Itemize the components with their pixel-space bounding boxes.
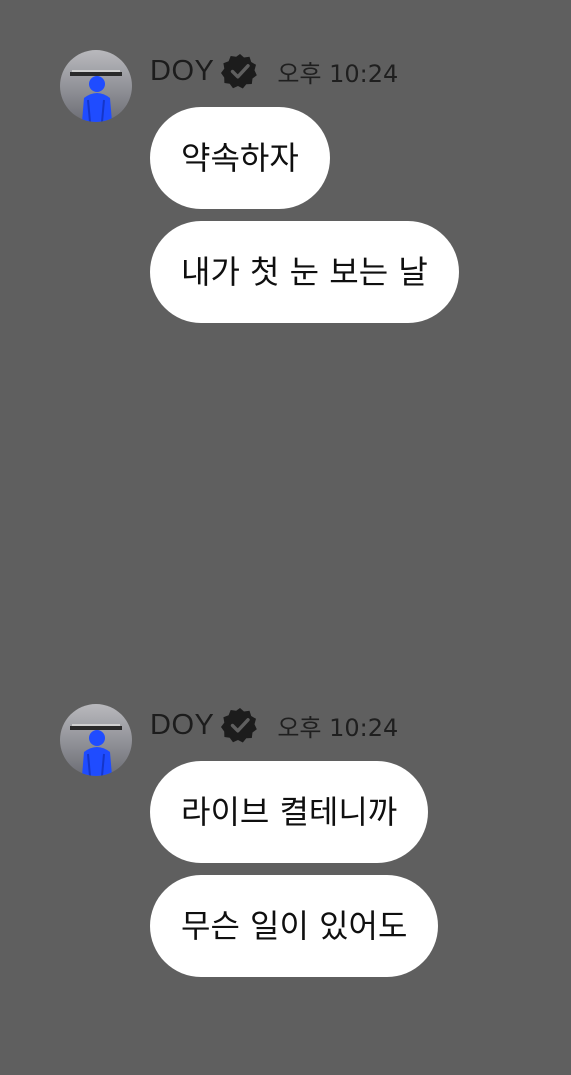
sender-name[interactable]: DOY	[150, 55, 214, 88]
timestamp: 오후 10:24	[277, 713, 399, 742]
message-header: DOY 오후 10:24	[150, 52, 398, 90]
verified-badge-icon	[221, 52, 259, 90]
avatar[interactable]	[60, 704, 132, 776]
message-bubble[interactable]: 무슨 일이 있어도	[150, 875, 439, 977]
message-bubble[interactable]: 라이브 켤테니까	[150, 761, 429, 863]
message-bubble[interactable]: 약속하자	[150, 107, 330, 209]
avatar[interactable]	[60, 50, 132, 122]
message-bubble[interactable]: 내가 첫 눈 보는 날	[150, 221, 459, 323]
bubble-list: 라이브 켤테니까 무슨 일이 있어도	[150, 761, 439, 989]
timestamp: 오후 10:24	[277, 59, 399, 88]
verified-badge-icon	[221, 706, 259, 744]
message-header: DOY 오후 10:24	[150, 706, 398, 744]
bubble-list: 약속하자 내가 첫 눈 보는 날	[150, 107, 459, 335]
sender-name[interactable]: DOY	[150, 709, 214, 742]
